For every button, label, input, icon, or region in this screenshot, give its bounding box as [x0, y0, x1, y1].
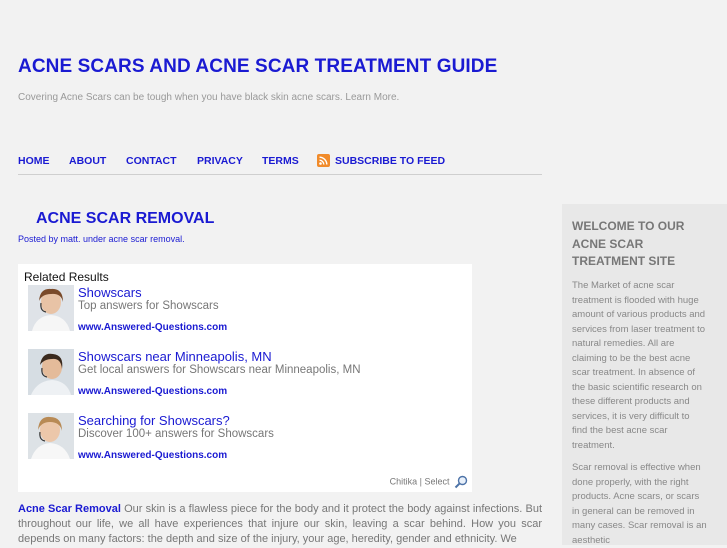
ad-item: Showscars Top answers for Showscars www.…	[18, 285, 472, 345]
post-body: Acne Scar Removal Our skin is a flawless…	[18, 502, 542, 547]
rss-feed-icon[interactable]	[317, 154, 330, 167]
sidebar: WELCOME TO OUR ACNE SCAR TREATMENT SITE …	[562, 204, 727, 546]
ad-url-link[interactable]: www.Answered-Questions.com	[78, 386, 227, 397]
ad-title-link[interactable]: Showscars	[78, 285, 142, 300]
site-title[interactable]: ACNE SCARS AND ACNE SCAR TREATMENT GUIDE	[18, 56, 497, 78]
ad-description: Get local answers for Showscars near Min…	[78, 364, 361, 376]
ad-footer-label[interactable]: Chitika | Select	[390, 476, 450, 486]
ad-thumbnail-image[interactable]	[28, 349, 74, 395]
nav-privacy[interactable]: PRIVACY	[197, 155, 243, 167]
ad-title-link[interactable]: Searching for Showscars?	[78, 413, 230, 428]
post-title[interactable]: ACNE SCAR REMOVAL	[36, 210, 214, 228]
ad-description: Discover 100+ answers for Showscars	[78, 428, 274, 440]
nav-contact[interactable]: CONTACT	[126, 155, 177, 167]
ad-title-link[interactable]: Showscars near Minneapolis, MN	[78, 349, 272, 364]
ad-url-link[interactable]: www.Answered-Questions.com	[78, 450, 227, 461]
related-results-ad-box: Related Results Showscars Top answers fo…	[18, 264, 472, 492]
ad-footer[interactable]: Chitika | Select	[390, 475, 468, 489]
main-nav: HOME ABOUT CONTACT PRIVACY TERMS SUBSCRI…	[18, 154, 542, 175]
ad-item: Showscars near Minneapolis, MN Get local…	[18, 349, 472, 409]
ad-heading: Related Results	[24, 270, 109, 284]
sidebar-paragraph: Scar removal is effective when done prop…	[572, 462, 707, 546]
nav-about[interactable]: ABOUT	[69, 155, 106, 167]
magnifier-icon[interactable]	[454, 475, 468, 489]
sidebar-paragraph: The Market of acne scar treatment is flo…	[572, 280, 706, 451]
post-lead-link[interactable]: Acne Scar Removal	[18, 503, 121, 515]
ad-url-link[interactable]: www.Answered-Questions.com	[78, 322, 227, 333]
nav-terms[interactable]: TERMS	[262, 155, 299, 167]
ad-item: Searching for Showscars? Discover 100+ a…	[18, 413, 472, 473]
nav-subscribe-feed[interactable]: SUBSCRIBE TO FEED	[335, 155, 445, 167]
ad-description: Top answers for Showscars	[78, 300, 219, 312]
site-tagline: Covering Acne Scars can be tough when yo…	[18, 92, 400, 103]
sidebar-title: WELCOME TO OUR ACNE SCAR TREATMENT SITE	[572, 219, 685, 268]
post-meta: Posted by matt. under acne scar removal.	[18, 234, 185, 244]
nav-home[interactable]: HOME	[18, 155, 50, 167]
ad-thumbnail-image[interactable]	[28, 413, 74, 459]
ad-thumbnail-image[interactable]	[28, 285, 74, 331]
